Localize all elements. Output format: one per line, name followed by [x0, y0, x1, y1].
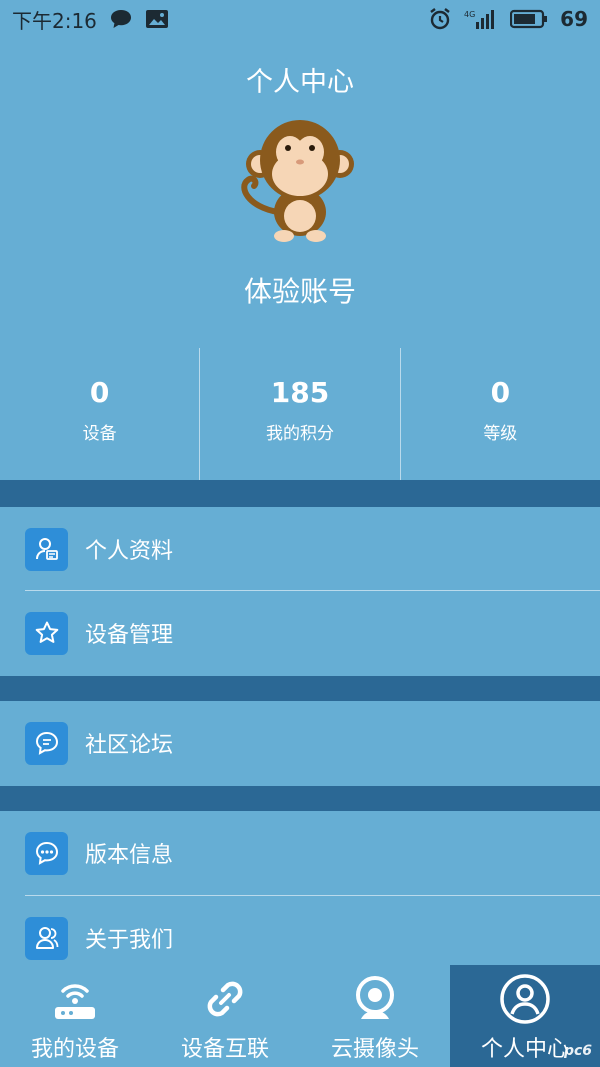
stats-panel: 0 设备 185 我的积分 0 等级	[0, 348, 600, 480]
menu-label: 社区论坛	[85, 733, 174, 758]
star-icon	[25, 611, 68, 655]
monkey-avatar-icon	[241, 120, 354, 242]
stat-value: 185	[270, 376, 330, 409]
menu-label: 个人资料	[85, 539, 174, 564]
stat-value: 0	[490, 376, 511, 409]
users-icon	[25, 916, 68, 960]
link-icon	[199, 971, 251, 1027]
chat-bubble-icon	[109, 8, 133, 30]
bottom-nav: 我的设备 设备互联 云摄像头 个人中心	[0, 965, 600, 1067]
profile-card-icon	[25, 527, 68, 571]
router-icon	[49, 971, 101, 1027]
menu-label: 版本信息	[85, 843, 174, 868]
signal-icon: 4G	[464, 8, 498, 30]
nav-label: 设备互联	[180, 1037, 269, 1062]
alarm-icon	[428, 7, 452, 31]
section-divider	[0, 786, 600, 811]
svg-text:4G: 4G	[464, 10, 475, 19]
stat-label: 设备	[82, 424, 117, 444]
section-divider	[0, 480, 600, 507]
user-icon	[499, 971, 551, 1027]
account-name: 体验账号	[243, 275, 356, 308]
nav-device-link[interactable]: 设备互联	[150, 965, 300, 1067]
watermark: pc6	[563, 1043, 592, 1059]
nav-label: 个人中心	[480, 1037, 569, 1062]
avatar[interactable]	[228, 112, 372, 252]
camera-icon	[349, 971, 401, 1027]
menu-item-version[interactable]: 版本信息	[0, 811, 600, 895]
nav-label: 云摄像头	[330, 1037, 419, 1062]
image-notification-icon	[145, 9, 169, 29]
page-title: 个人中心	[246, 67, 354, 98]
battery-level: 69	[560, 7, 588, 31]
message-dots-icon	[25, 831, 68, 875]
status-bar: 下午2:16 4G 69	[0, 0, 600, 38]
battery-icon	[510, 9, 548, 29]
nav-cloud-camera[interactable]: 云摄像头	[300, 965, 450, 1067]
section-divider	[0, 676, 600, 701]
nav-label: 我的设备	[30, 1037, 119, 1062]
menu-label: 设备管理	[85, 623, 174, 648]
chat-icon	[25, 721, 68, 765]
stat-points[interactable]: 185 我的积分	[199, 348, 399, 480]
nav-my-devices[interactable]: 我的设备	[0, 965, 150, 1067]
stat-label: 等级	[483, 424, 518, 444]
stat-value: 0	[89, 376, 110, 409]
stat-devices[interactable]: 0 设备	[0, 348, 199, 480]
stat-level[interactable]: 0 等级	[399, 348, 600, 480]
menu-item-device-manage[interactable]: 设备管理	[0, 591, 600, 675]
stat-label: 我的积分	[265, 424, 334, 444]
menu-item-forum[interactable]: 社区论坛	[0, 701, 600, 785]
menu-label: 关于我们	[85, 928, 174, 953]
menu-item-profile[interactable]: 个人资料	[0, 507, 600, 591]
status-time: 下午2:16	[12, 8, 97, 33]
